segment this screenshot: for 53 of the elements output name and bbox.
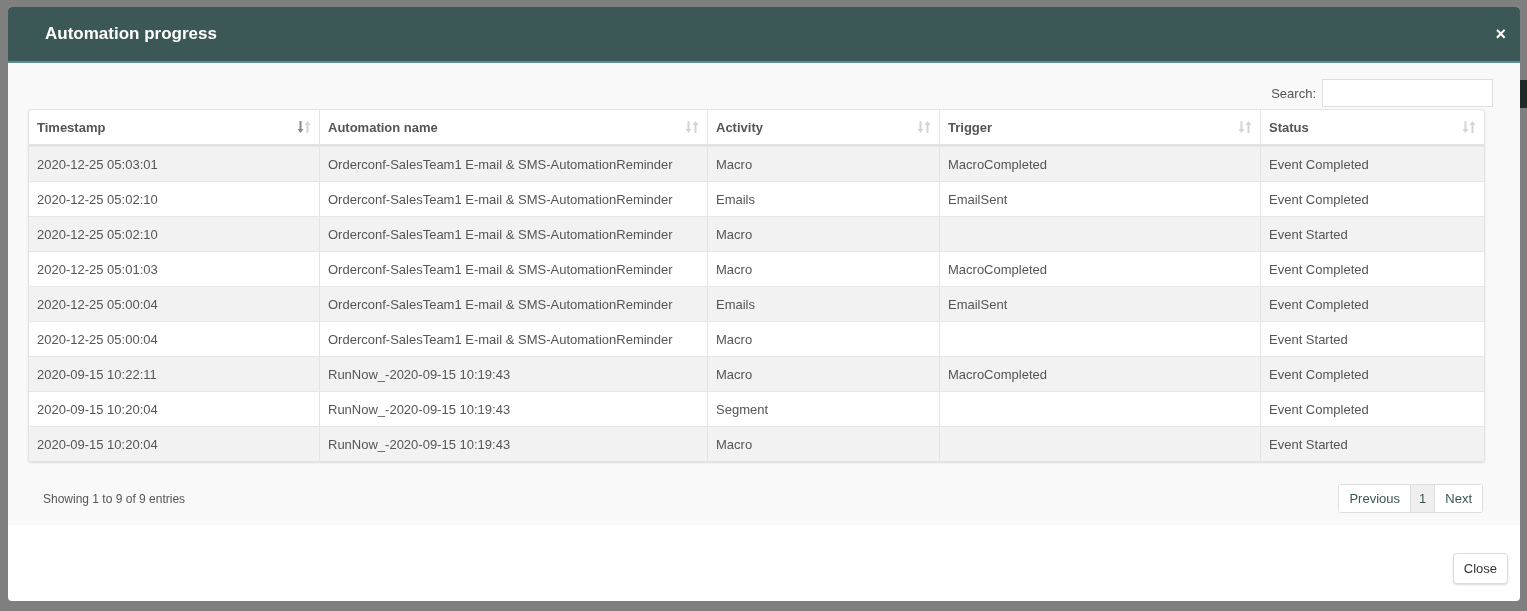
column-header[interactable]: Automation name: [320, 110, 708, 144]
table-cell: MacroCompleted: [948, 261, 1047, 277]
table-cell: Event Completed: [1269, 366, 1369, 382]
table-cell: Event Started: [1269, 226, 1348, 242]
column-header[interactable]: Trigger: [940, 110, 1261, 144]
table-cell: Segment: [716, 401, 769, 417]
column-header[interactable]: Timestamp: [29, 110, 320, 144]
search-field[interactable]: [1322, 79, 1493, 107]
table-cell: Orderconf-SalesTeam1 E-mail & SMS-AutomationReminder: [328, 191, 673, 207]
table-cell: Event Started: [1269, 331, 1348, 347]
table-cell: Emails: [716, 296, 755, 312]
table-cell: Event Started: [1269, 436, 1348, 452]
table-cell: Macro: [716, 366, 753, 382]
column-header[interactable]: Activity: [708, 110, 940, 144]
table-cell: Macro: [716, 436, 753, 452]
table-cell: Orderconf-SalesTeam1 E-mail & SMS-AutomationReminder: [328, 226, 673, 242]
table-cell: 2020-12-25 05:01:03: [37, 261, 158, 277]
table-cell: Emails: [716, 191, 755, 207]
table-cell: 2020-12-25 05:02:10: [37, 191, 158, 207]
table-cell: Macro: [716, 156, 753, 172]
table-cell: RunNow_-2020-09-15 10:19:43: [328, 366, 511, 382]
table-cell: EmailSent: [948, 191, 1008, 207]
table-cell: Macro: [716, 226, 753, 242]
table-cell: Orderconf-SalesTeam1 E-mail & SMS-AutomationReminder: [328, 261, 673, 277]
table-cell: 2020-12-25 05:00:04: [37, 331, 158, 347]
table-cell: RunNow_-2020-09-15 10:19:43: [328, 436, 511, 452]
table-cell: Event Completed: [1269, 156, 1369, 172]
page-button[interactable]: 1: [1410, 485, 1435, 512]
table-cell: Macro: [716, 261, 753, 277]
table-cell: Event Completed: [1269, 296, 1369, 312]
table-cell: Orderconf-SalesTeam1 E-mail & SMS-AutomationReminder: [328, 156, 673, 172]
table-cell: MacroCompleted: [948, 366, 1047, 382]
table-cell: EmailSent: [948, 296, 1008, 312]
table-cell: Event Completed: [1269, 191, 1369, 207]
table-cell: MacroCompleted: [948, 156, 1047, 172]
close-button[interactable]: Close: [1452, 552, 1508, 584]
modal-title: Automation progress: [45, 24, 217, 44]
next-button[interactable]: Next: [1434, 485, 1482, 512]
table-cell: Orderconf-SalesTeam1 E-mail & SMS-AutomationReminder: [328, 296, 673, 312]
table-cell: 2020-09-15 10:22:11: [37, 366, 157, 382]
column-header[interactable]: Status: [1261, 110, 1484, 144]
table-cell: RunNow_-2020-09-15 10:19:43: [328, 401, 511, 417]
table-cell: Event Completed: [1269, 261, 1369, 277]
table-cell: 2020-12-25 05:03:01: [37, 156, 158, 172]
table-cell: Event Completed: [1269, 401, 1369, 417]
table-cell: 2020-12-25 05:00:04: [37, 296, 158, 312]
table-cell: 2020-12-25 05:02:10: [37, 226, 158, 242]
table-cell: 2020-09-15 10:20:04: [37, 401, 158, 417]
table-cell: 2020-09-15 10:20:04: [37, 436, 158, 452]
entries-info: Showing 1 to 9 of 9 entries: [42, 491, 186, 506]
table-cell: Orderconf-SalesTeam1 E-mail & SMS-AutomationReminder: [328, 331, 673, 347]
table-cell: Macro: [716, 331, 753, 347]
search-label: Search:: [1271, 85, 1316, 101]
